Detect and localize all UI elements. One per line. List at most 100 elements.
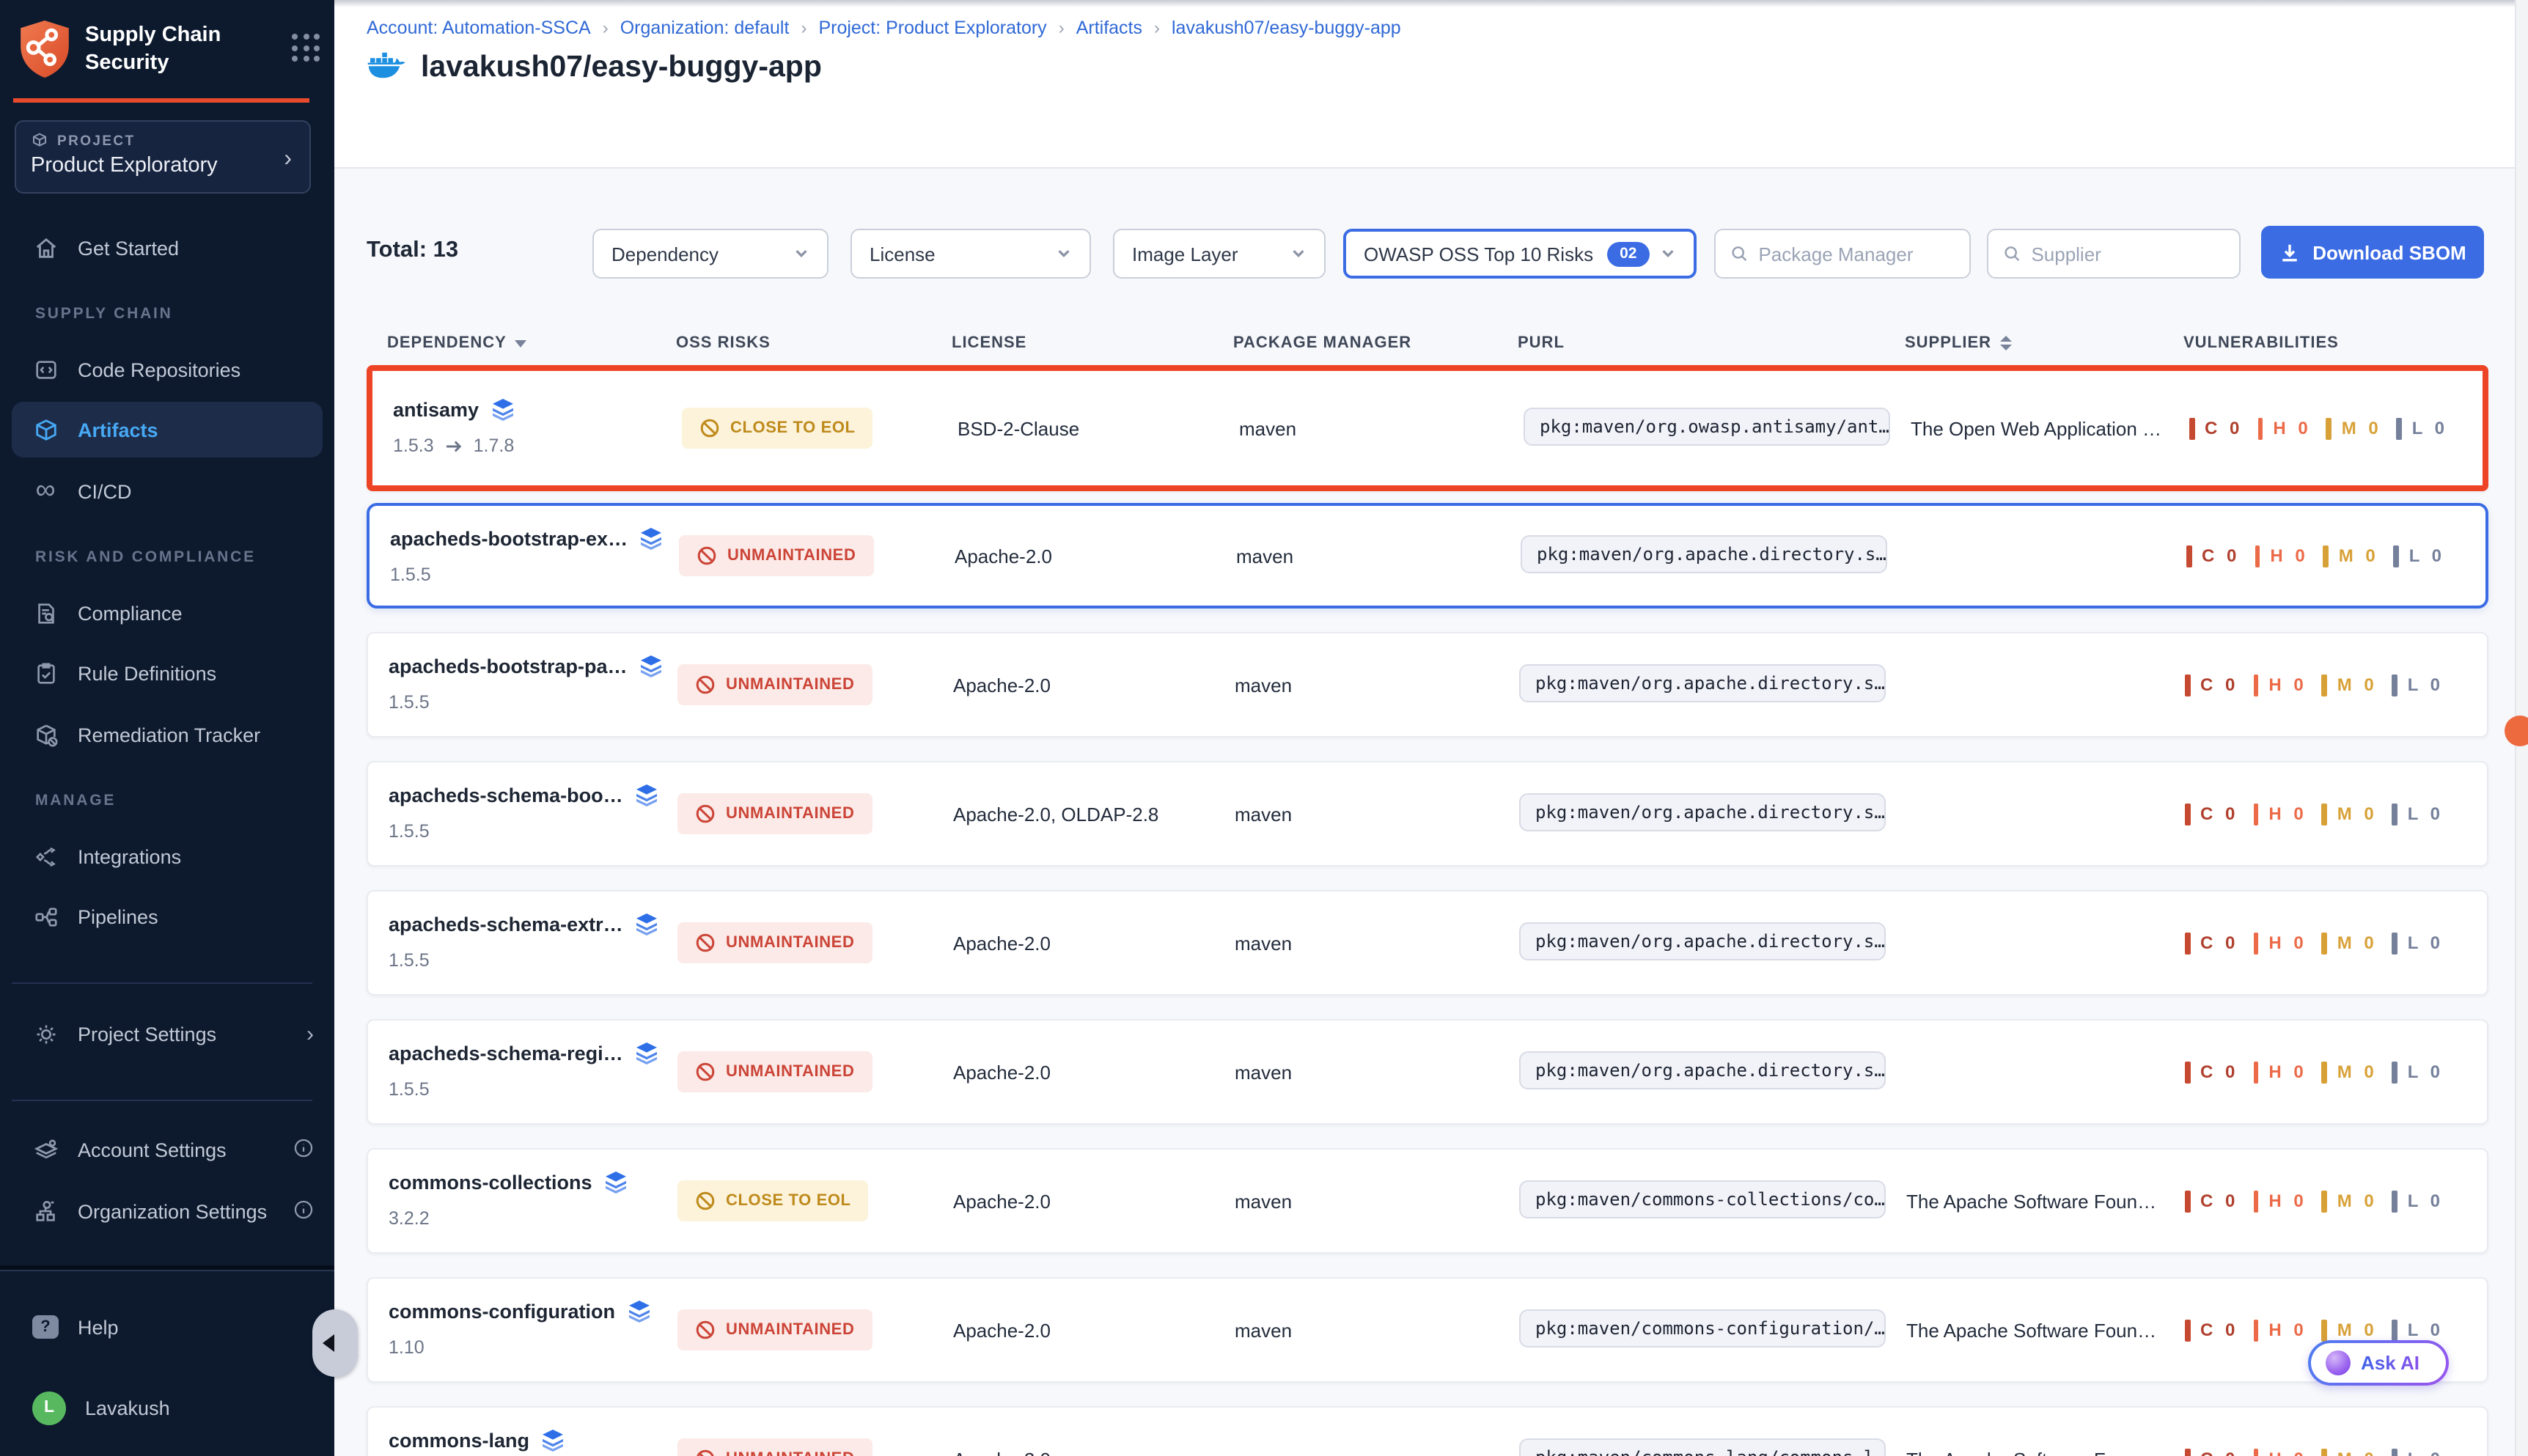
supplier-value: The Apache Software Foun… xyxy=(1906,1190,2185,1212)
version: 1.5.5 xyxy=(389,950,430,971)
table-row[interactable]: commons-collections 3.2.2 CLOSE TO EOL A… xyxy=(367,1148,2488,1254)
table-row[interactable]: commons-lang UNMAINTAINED Apache-2.0 mav… xyxy=(367,1406,2488,1456)
table-row[interactable]: apacheds-bootstrap-ex… 1.5.5 UNMAINTAINE… xyxy=(367,503,2488,608)
account-settings-layers-icon xyxy=(32,1136,59,1163)
license-filter-dropdown[interactable]: License xyxy=(850,229,1091,279)
logo-underline xyxy=(13,98,309,103)
layers-icon[interactable] xyxy=(639,654,663,677)
sidebar-item-remediation-tracker[interactable]: Remediation Tracker xyxy=(0,710,334,760)
purl-chip[interactable]: pkg:maven/commons-collections/co… xyxy=(1519,1180,1886,1218)
license-value: Apache-2.0 xyxy=(953,1061,1235,1083)
info-icon[interactable] xyxy=(293,1199,314,1224)
vulnerability-counts: C 0 H 0 M 0 L 0 xyxy=(2185,1190,2487,1212)
breadcrumb-account[interactable]: Account: Automation-SSCA xyxy=(367,18,591,38)
organization-settings-icon xyxy=(32,1198,59,1224)
dependency-name: commons-collections xyxy=(389,1171,592,1193)
table-row[interactable]: apacheds-bootstrap-pa… 1.5.5 UNMAINTAINE… xyxy=(367,632,2488,738)
gear-icon xyxy=(32,1021,59,1047)
risk-badge: UNMAINTAINED xyxy=(677,793,872,834)
breadcrumb-current[interactable]: lavakush07/easy-buggy-app xyxy=(1172,18,1401,38)
table-row[interactable]: apacheds-schema-extr… 1.5.5 UNMAINTAINED… xyxy=(367,890,2488,996)
app-title: Supply ChainSecurity xyxy=(85,19,221,78)
breadcrumb-project[interactable]: Project: Product Exploratory xyxy=(818,18,1046,38)
purl-chip[interactable]: pkg:maven/org.apache.directory.s… xyxy=(1519,663,1886,702)
license-value: Apache-2.0 xyxy=(955,545,1236,567)
risk-badge: CLOSE TO EOL xyxy=(677,1180,869,1221)
dependency-name: commons-lang xyxy=(389,1429,529,1451)
column-header-supplier[interactable]: SUPPLIER xyxy=(1905,334,2183,352)
package-manager-value: maven xyxy=(1239,417,1524,439)
sidebar-collapse-handle[interactable] xyxy=(312,1309,358,1377)
table-row[interactable]: apacheds-schema-boo… 1.5.5 UNMAINTAINED … xyxy=(367,761,2488,867)
column-header-purl: PURL xyxy=(1518,334,1905,352)
supplier-search xyxy=(1987,229,2241,279)
dependency-filter-dropdown[interactable]: Dependency xyxy=(592,229,828,279)
purl-chip[interactable]: pkg:maven/org.apache.directory.s… xyxy=(1519,793,1886,831)
layers-icon[interactable] xyxy=(541,1428,565,1452)
package-manager-search-input[interactable] xyxy=(1758,243,1955,265)
layers-icon[interactable] xyxy=(490,397,514,421)
purl-chip[interactable]: pkg:maven/org.apache.directory.s… xyxy=(1519,1051,1886,1089)
layers-icon[interactable] xyxy=(627,1299,650,1323)
sidebar-item-account-settings[interactable]: Account Settings xyxy=(0,1125,334,1174)
table-row[interactable]: apacheds-schema-regi… 1.5.5 UNMAINTAINED… xyxy=(367,1019,2488,1125)
sidebar-item-pipelines[interactable]: Pipelines xyxy=(0,891,334,941)
layers-icon[interactable] xyxy=(639,526,663,550)
info-icon[interactable] xyxy=(293,1137,314,1162)
vulnerability-counts: C 0 H 0 M 0 L 0 xyxy=(2186,545,2485,567)
layers-icon[interactable] xyxy=(635,1041,658,1065)
table-row[interactable]: antisamy 1.5.3 1.7.8 CLOSE TO EOL BSD-2-… xyxy=(367,365,2488,491)
column-header-vulnerabilities: VULNERABILITIES xyxy=(2183,334,2488,352)
vulnerability-counts: C 0 H 0 M 0 L 0 xyxy=(2185,1061,2487,1083)
purl-chip[interactable]: pkg:maven/commons-configuration/… xyxy=(1519,1309,1886,1347)
purl-chip[interactable]: pkg:maven/org.owasp.antisamy/ant… xyxy=(1524,407,1890,445)
vulnerability-counts: C 0 H 0 M 0 L 0 xyxy=(2185,674,2487,696)
image-layer-filter-dropdown[interactable]: Image Layer xyxy=(1113,229,1326,279)
code-repository-icon xyxy=(32,356,59,383)
breadcrumb-organization[interactable]: Organization: default xyxy=(620,18,790,38)
low-count: L 0 xyxy=(2397,417,2448,439)
dependency-name: apacheds-bootstrap-pa… xyxy=(389,655,628,677)
module-grid-icon[interactable] xyxy=(292,34,320,62)
pipelines-icon xyxy=(32,903,59,930)
dependency-name: apacheds-schema-regi… xyxy=(389,1042,623,1064)
owasp-risks-filter-dropdown[interactable]: OWASP OSS Top 10 Risks 02 xyxy=(1343,229,1697,279)
purl-chip[interactable]: pkg:maven/commons-lang/commons-l… xyxy=(1519,1438,1886,1456)
sidebar-item-cicd[interactable]: CI/CD xyxy=(0,466,334,516)
sidebar-user[interactable]: L Lavakush xyxy=(0,1383,334,1433)
sidebar-item-help[interactable]: Help xyxy=(0,1302,334,1352)
sort-icon xyxy=(2000,336,2012,350)
sidebar-item-integrations[interactable]: Integrations xyxy=(0,831,334,881)
ask-ai-button[interactable]: Ask AI xyxy=(2308,1340,2449,1386)
breadcrumb: Account: Automation-SSCA Organization: d… xyxy=(367,18,1401,38)
project-selector[interactable]: PROJECT Product Exploratory xyxy=(15,120,311,194)
sidebar-item-get-started[interactable]: Get Started xyxy=(0,223,334,273)
table-row[interactable]: commons-configuration 1.10 UNMAINTAINED … xyxy=(367,1277,2488,1383)
layers-icon[interactable] xyxy=(635,783,658,806)
sidebar-section-risk-compliance: RISK AND COMPLIANCE xyxy=(35,548,256,566)
vulnerability-counts: C 0 H 0 M 0 L 0 xyxy=(2185,1319,2487,1341)
purl-chip[interactable]: pkg:maven/org.apache.directory.s… xyxy=(1521,534,1887,573)
risk-badge: UNMAINTAINED xyxy=(677,664,872,705)
package-manager-value: maven xyxy=(1235,1190,1519,1212)
layers-icon[interactable] xyxy=(604,1170,628,1194)
sidebar-item-code-repositories[interactable]: Code Repositories xyxy=(0,345,334,394)
search-icon xyxy=(1730,243,1748,264)
column-header-dependency[interactable]: DEPENDENCY xyxy=(387,334,676,352)
supplier-search-input[interactable] xyxy=(2031,243,2224,265)
download-sbom-button[interactable]: Download SBOM xyxy=(2261,226,2484,279)
sort-desc-icon xyxy=(515,339,527,347)
breadcrumb-separator-icon xyxy=(1059,18,1065,38)
license-value: Apache-2.0 xyxy=(953,674,1235,696)
sidebar-item-organization-settings[interactable]: Organization Settings xyxy=(0,1186,334,1236)
sidebar-item-artifacts[interactable]: Artifacts xyxy=(0,405,334,455)
sidebar-item-project-settings[interactable]: Project Settings xyxy=(0,1009,334,1059)
sidebar-item-rule-definitions[interactable]: Rule Definitions xyxy=(0,648,334,698)
breadcrumb-separator-icon xyxy=(801,18,806,38)
purl-chip[interactable]: pkg:maven/org.apache.directory.s… xyxy=(1519,922,1886,960)
download-icon xyxy=(2279,241,2301,263)
layers-icon[interactable] xyxy=(635,912,658,935)
sidebar-item-compliance[interactable]: Compliance xyxy=(0,588,334,638)
breadcrumb-artifacts[interactable]: Artifacts xyxy=(1076,18,1142,38)
package-manager-value: maven xyxy=(1235,674,1519,696)
